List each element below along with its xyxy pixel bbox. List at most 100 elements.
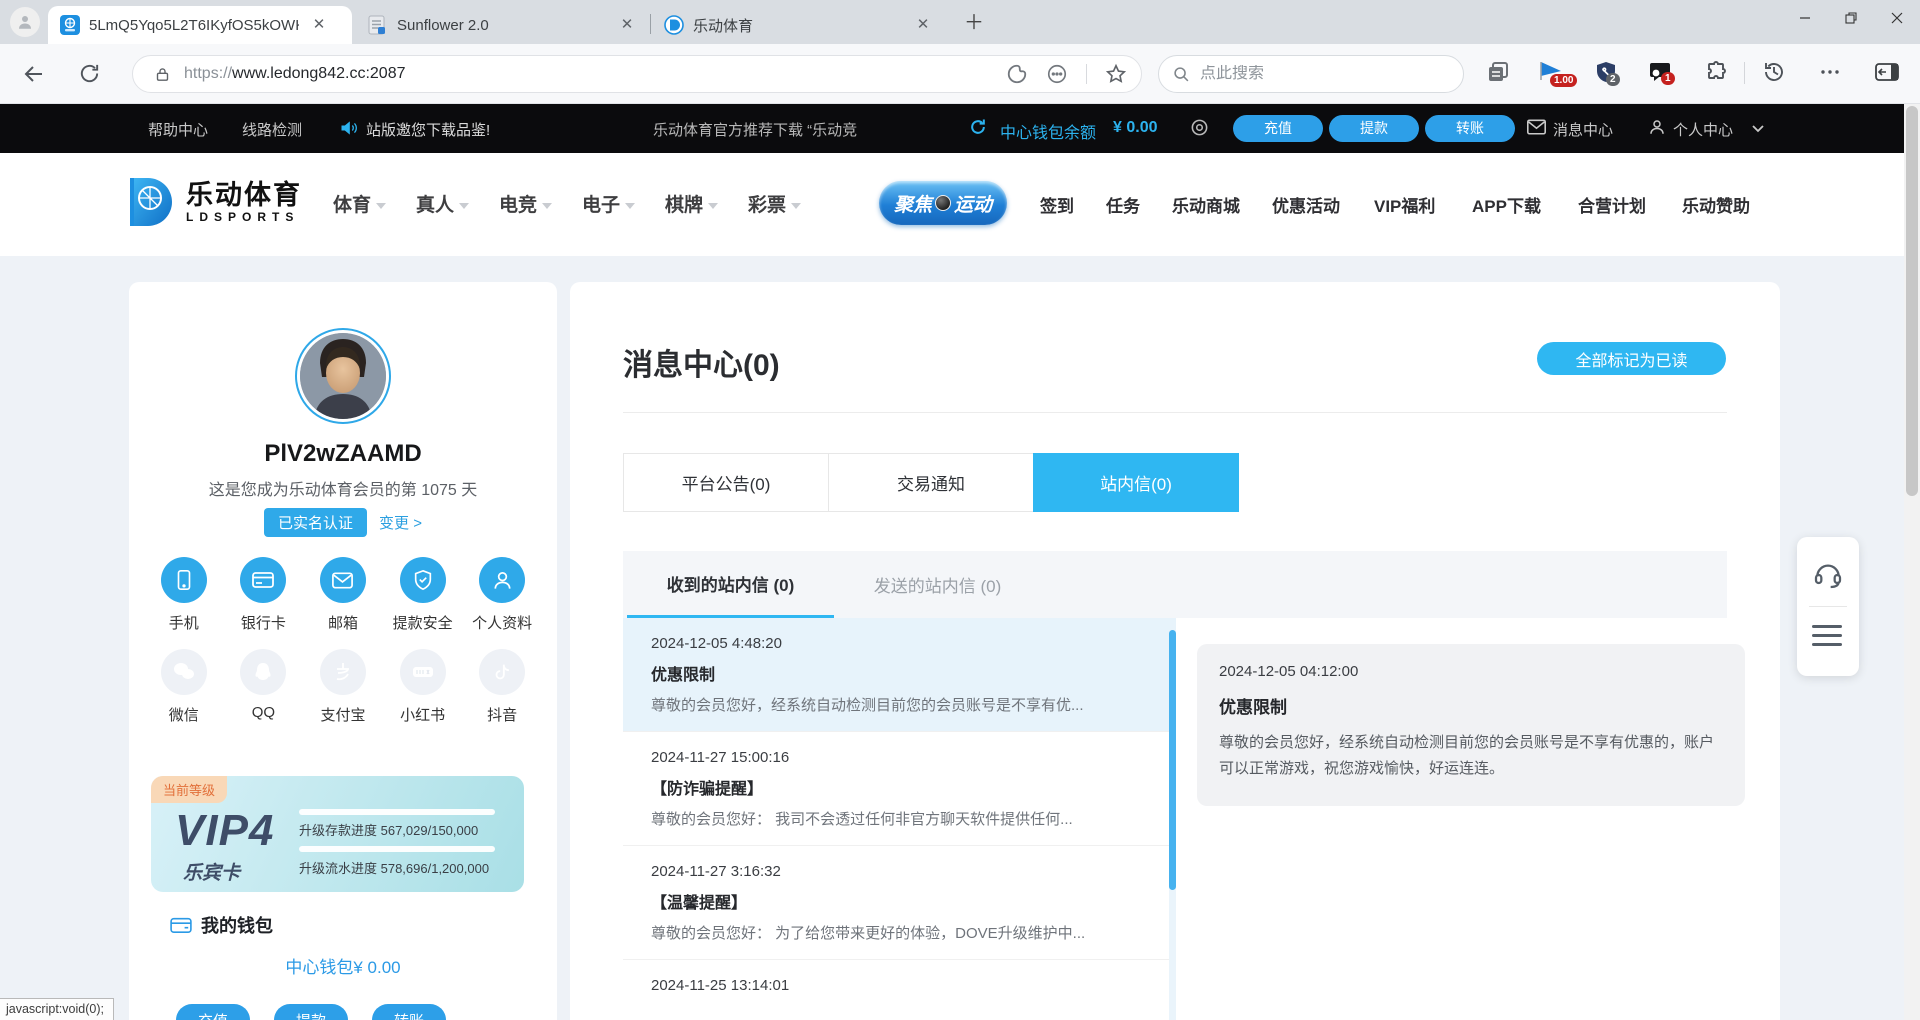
favorite-star-icon[interactable] (1105, 63, 1127, 85)
tab-transaction-notices[interactable]: 交易通知 (828, 453, 1034, 512)
deposit-button[interactable]: 充值 (1233, 115, 1323, 142)
lock-icon[interactable] (155, 67, 170, 82)
refresh-balance-icon[interactable] (968, 117, 988, 137)
url-text[interactable]: https://www.ledong842.cc:2087 (184, 65, 1006, 83)
mark-all-read-button[interactable]: 全部标记为已读 (1537, 342, 1726, 375)
help-center-link[interactable]: 帮助中心 (148, 119, 208, 140)
close-window-button[interactable] (1874, 0, 1920, 36)
nav-link-vip[interactable]: VIP福利 (1374, 192, 1435, 217)
back-icon[interactable] (22, 62, 46, 86)
social-item-xiaohongshu[interactable]: 小红书 (383, 649, 463, 725)
subtab-sent-mail[interactable]: 发送的站内信 (0) (834, 551, 1041, 618)
current-level-badge: 当前等级 (151, 776, 227, 803)
withdraw-button[interactable]: 提款 (1329, 115, 1419, 142)
close-icon[interactable]: ✕ (913, 15, 933, 35)
site-logo[interactable]: 乐动体育 LDSPORTS (126, 174, 302, 230)
subtab-received-mail[interactable]: 收到的站内信 (0) (627, 551, 834, 618)
address-bar[interactable]: https://www.ledong842.cc:2087 (132, 55, 1142, 93)
nav-menu-slots[interactable]: 电子 (582, 190, 635, 217)
browser-tabbar: 5LmQ5Yqo5L2T6IKyfOS5kOWKqQ ✕ Sunflower 2… (0, 0, 1920, 44)
message-title: 【防诈骗提醒】 (651, 775, 1150, 799)
turnover-progress-label: 升级流水进度 578,696/1,200,000 (299, 858, 489, 877)
message-list-scrollbar[interactable] (1169, 630, 1176, 1020)
avatar[interactable] (295, 328, 391, 424)
nav-menu-lottery[interactable]: 彩票 (748, 190, 801, 217)
message-title: 优惠限制 (651, 661, 1150, 685)
new-tab-button[interactable]: ＋ (962, 12, 986, 36)
message-list-item[interactable]: 2024-11-25 13:14:01 (623, 959, 1176, 1010)
extensions-puzzle-icon[interactable] (1705, 60, 1731, 86)
nav-link-sponsorship[interactable]: 乐动赞助 (1682, 192, 1750, 217)
site-favicon-icon (664, 15, 684, 35)
divider (1744, 62, 1745, 84)
social-item-alipay[interactable]: 支付宝 (303, 649, 383, 725)
search-input[interactable] (1200, 65, 1400, 83)
customer-service-headset-icon[interactable] (1812, 559, 1844, 591)
scrollbar-thumb[interactable] (1906, 106, 1918, 496)
social-item-wechat[interactable]: 微信 (144, 649, 224, 725)
logo-text-en: LDSPORTS (186, 210, 302, 224)
nav-link-checkin[interactable]: 签到 (1040, 192, 1074, 217)
chat-extension-icon[interactable]: 1 (1648, 60, 1674, 86)
tab-site-mail[interactable]: 站内信(0) (1033, 453, 1239, 512)
eye-icon[interactable] (1190, 118, 1209, 137)
nav-menu-sports[interactable]: 体育 (333, 190, 386, 217)
search-box[interactable] (1158, 55, 1464, 93)
nav-link-affiliate[interactable]: 合营计划 (1578, 192, 1646, 217)
nav-menu-live[interactable]: 真人 (416, 190, 469, 217)
announcement-text[interactable]: 站版邀您下载品鉴! (366, 119, 490, 140)
social-item-douyin[interactable]: 抖音 (462, 649, 542, 725)
personal-center-link[interactable]: 个人中心 (1673, 119, 1733, 140)
message-list-item[interactable]: 2024-11-27 3:16:32 【温馨提醒】 尊敬的会员您好： 为了给您带… (623, 845, 1176, 959)
nav-menu-chess[interactable]: 棋牌 (665, 190, 718, 217)
message-center-link[interactable]: 消息中心 (1553, 119, 1613, 140)
tab-3[interactable]: 乐动体育 ✕ (652, 6, 948, 44)
restore-button[interactable] (1828, 0, 1874, 36)
nav-menu-esports[interactable]: 电竞 (499, 190, 552, 217)
security-item-email[interactable]: 邮箱 (303, 557, 383, 633)
flag-extension-icon[interactable]: 1.00 (1538, 60, 1564, 86)
nav-link-promotions[interactable]: 优惠活动 (1272, 192, 1340, 217)
security-item-phone[interactable]: 手机 (144, 557, 224, 633)
tab-1[interactable]: 5LmQ5Yqo5L2T6IKyfOS5kOWKqQ ✕ (48, 6, 352, 44)
focus-sports-banner[interactable]: 聚焦运动 (879, 181, 1007, 225)
history-icon[interactable] (1762, 60, 1788, 86)
message-list-item[interactable]: 2024-12-05 4:48:20 优惠限制 尊敬的会员您好，经系统自动检测目… (623, 618, 1176, 731)
close-icon[interactable]: ✕ (309, 15, 329, 35)
sidebar-toggle-icon[interactable] (1874, 60, 1900, 86)
bank-card-icon (240, 557, 286, 603)
browser-profile-avatar[interactable] (10, 7, 40, 37)
collections-icon[interactable] (1486, 60, 1512, 86)
phone-icon (161, 557, 207, 603)
tab-2[interactable]: Sunflower 2.0 ✕ (356, 6, 648, 44)
close-icon[interactable]: ✕ (617, 15, 637, 35)
security-item-bankcard[interactable]: 银行卡 (224, 557, 304, 633)
menu-icon[interactable] (1812, 625, 1844, 657)
refresh-icon[interactable] (78, 62, 102, 86)
deposit-button[interactable]: 充值 (176, 1004, 250, 1020)
minimize-button[interactable] (1782, 0, 1828, 36)
nav-link-tasks[interactable]: 任务 (1106, 192, 1140, 217)
message-preview: 尊敬的会员您好： 我司不会透过任何非官方聊天软件提供任何... (651, 808, 1131, 829)
toolbar-ellipsis-icon[interactable] (1818, 60, 1844, 86)
chevron-down-icon (625, 203, 635, 209)
browser-page-scrollbar[interactable] (1904, 104, 1920, 1020)
subtab-bar: 收到的站内信 (0) 发送的站内信 (0) (623, 551, 1727, 618)
scrollbar-thumb[interactable] (1169, 630, 1176, 890)
security-item-withdraw-safety[interactable]: 提款安全 (383, 557, 463, 633)
shield-percent-extension-icon[interactable]: 2 (1594, 60, 1620, 86)
more-options-icon[interactable] (1046, 63, 1068, 85)
change-link[interactable]: 变更 > (379, 512, 422, 533)
security-item-personal-info[interactable]: 个人资料 (462, 557, 542, 633)
line-check-link[interactable]: 线路检测 (242, 119, 302, 140)
tab-platform-announcements[interactable]: 平台公告(0) (623, 453, 829, 512)
withdraw-button[interactable]: 提款 (274, 1004, 348, 1020)
message-list-item[interactable]: 2024-11-27 15:00:16 【防诈骗提醒】 尊敬的会员您好： 我司不… (623, 731, 1176, 845)
transfer-button[interactable]: 转账 (1425, 115, 1515, 142)
social-item-qq[interactable]: QQ (224, 649, 304, 725)
page-tools-icon[interactable] (1006, 63, 1028, 85)
flag-badge: 1.00 (1550, 74, 1577, 87)
transfer-button[interactable]: 转账 (372, 1004, 446, 1020)
nav-link-app-download[interactable]: APP下载 (1472, 192, 1541, 217)
nav-link-mall[interactable]: 乐动商城 (1172, 192, 1240, 217)
